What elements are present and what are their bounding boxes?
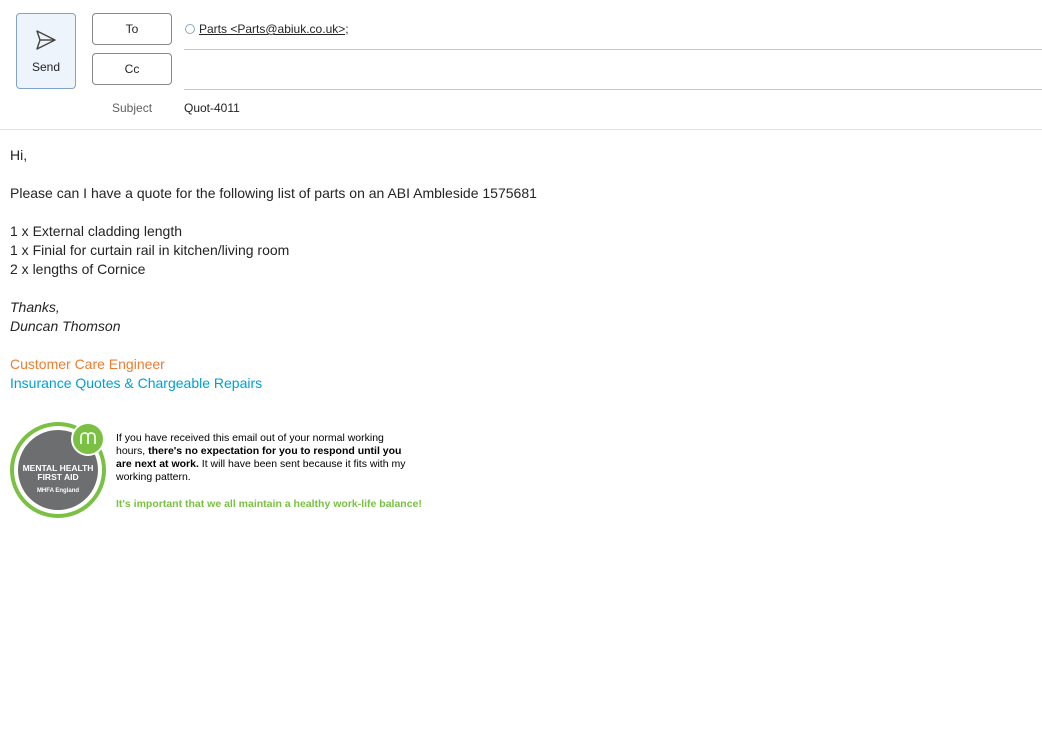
job-title: Customer Care Engineer — [10, 356, 165, 372]
cc-button[interactable]: Cc — [92, 53, 172, 85]
send-button[interactable]: Send — [16, 13, 76, 89]
to-recipient-text: Parts <Parts@abiuk.co.uk>; — [199, 22, 349, 36]
parts-item: 1 x External cladding length — [10, 223, 182, 239]
cc-field[interactable] — [184, 89, 1042, 90]
signature-block: MENTAL HEALTH FIRST AID MHFA England If … — [10, 422, 440, 522]
to-button[interactable]: To — [92, 13, 172, 45]
subject-field[interactable]: Quot-4011 — [184, 101, 240, 115]
message-body[interactable]: Hi, Please can I have a quote for the fo… — [10, 146, 1030, 393]
send-icon — [36, 30, 56, 50]
parts-item: 2 x lengths of Cornice — [10, 261, 146, 277]
wellbeing-message: It's important that we all maintain a he… — [116, 498, 422, 510]
subject-label: Subject — [112, 101, 153, 115]
mhfa-logo-icon: MENTAL HEALTH FIRST AID MHFA England — [10, 422, 106, 518]
badge-line3: MHFA England — [37, 488, 79, 494]
signoff: Thanks, — [10, 299, 60, 315]
compose-header: Send To Parts <Parts@abiuk.co.uk>; Cc Su… — [0, 0, 1042, 130]
request-text: Please can I have a quote for the follow… — [10, 185, 537, 201]
parts-item: 1 x Finial for curtain rail in kitchen/l… — [10, 242, 290, 258]
to-field[interactable] — [184, 49, 1042, 50]
sender-name: Duncan Thomson — [10, 318, 121, 334]
presence-status-icon — [185, 24, 195, 34]
out-of-hours-notice: If you have received this email out of y… — [116, 432, 406, 484]
department: Insurance Quotes & Chargeable Repairs — [10, 375, 263, 391]
greeting: Hi, — [10, 147, 28, 163]
to-recipient-chip[interactable]: Parts <Parts@abiuk.co.uk>; — [185, 22, 349, 36]
send-label: Send — [31, 60, 61, 74]
badge-line2: FIRST AID — [37, 472, 78, 482]
